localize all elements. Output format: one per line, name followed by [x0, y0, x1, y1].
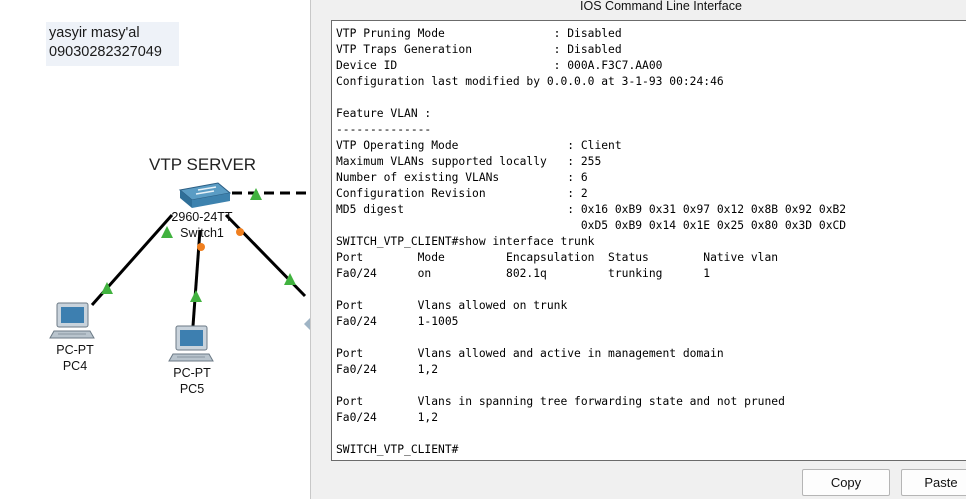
terminal-line: Number of existing VLANs : 6 — [336, 171, 588, 184]
link-up-indicator — [190, 290, 202, 302]
terminal-line: Device ID : 000A.F3C7.AA00 — [336, 59, 663, 72]
cli-window: IOS Command Line Interface VTP Pruning M… — [310, 0, 966, 499]
copy-button[interactable]: Copy — [802, 469, 890, 496]
pc-icon[interactable] — [168, 325, 214, 362]
pc5-label: PC-PT PC5 — [157, 365, 227, 397]
terminal-line: Port Mode Encapsulation Status Native vl… — [336, 251, 779, 264]
terminal-line: Configuration last modified by 0.0.0.0 a… — [336, 75, 724, 88]
terminal-line: Fa0/24 1,2 — [336, 411, 439, 424]
terminal-line: Feature VLAN : — [336, 107, 432, 120]
terminal-line: Port Vlans allowed on trunk — [336, 299, 568, 312]
terminal-line: VTP Traps Generation : Disabled — [336, 43, 622, 56]
cli-terminal-output[interactable]: VTP Pruning Mode : Disabled VTP Traps Ge… — [331, 20, 966, 461]
terminal-line: Fa0/24 on 802.1q trunking 1 — [336, 267, 711, 280]
terminal-line: SWITCH_VTP_CLIENT#show interface trunk — [336, 235, 595, 248]
pc-type-label: PC-PT — [173, 366, 211, 380]
terminal-line: 0xD5 0xB9 0x14 0x1E 0x25 0x80 0x3D 0xCD — [336, 219, 847, 232]
terminal-line: Maximum VLANs supported locally : 255 — [336, 155, 602, 168]
note-student-id: 09030282327049 — [49, 44, 162, 60]
note-textbox[interactable]: yasyir masy'al 09030282327049 — [46, 22, 179, 66]
topology-canvas — [49, 182, 310, 362]
terminal-line: VTP Pruning Mode : Disabled — [336, 27, 622, 40]
switch-name-label: Switch1 — [180, 226, 224, 240]
paste-button[interactable]: Paste — [901, 469, 966, 496]
terminal-line: VTP Operating Mode : Client — [336, 139, 622, 152]
pc-icon[interactable] — [49, 302, 95, 339]
topology-workspace[interactable]: yasyir masy'al 09030282327049 VTP SERVER… — [0, 0, 310, 499]
cli-window-title: IOS Command Line Interface — [580, 0, 742, 13]
pc4-label: PC-PT PC4 — [40, 342, 110, 374]
link-pending-indicator — [197, 243, 205, 251]
terminal-line: -------------- — [336, 123, 432, 136]
terminal-line: Port Vlans in spanning tree forwarding s… — [336, 395, 785, 408]
terminal-line: MD5 digest : 0x16 0xB9 0x31 0x97 0x12 0x… — [336, 203, 847, 216]
switch-icon[interactable] — [178, 182, 232, 208]
note-author-name: yasyir masy'al — [49, 25, 140, 41]
switch-label: 2960-24TT Switch1 — [167, 209, 237, 241]
terminal-line: Port Vlans allowed and active in managem… — [336, 347, 724, 360]
pc-type-label: PC-PT — [56, 343, 94, 357]
terminal-line: Configuration Revision : 2 — [336, 187, 588, 200]
link-pending-indicator — [236, 228, 244, 236]
vtp-server-label: VTP SERVER — [149, 155, 257, 174]
terminal-line: Fa0/24 1,2 — [336, 363, 439, 376]
pc-name-label: PC5 — [179, 382, 205, 396]
terminal-line: Fa0/24 1-1005 — [336, 315, 459, 328]
pc-name-label: PC4 — [62, 359, 88, 373]
terminal-prompt[interactable]: SWITCH_VTP_CLIENT# — [336, 442, 966, 458]
switch-model-label: 2960-24TT — [171, 210, 233, 224]
